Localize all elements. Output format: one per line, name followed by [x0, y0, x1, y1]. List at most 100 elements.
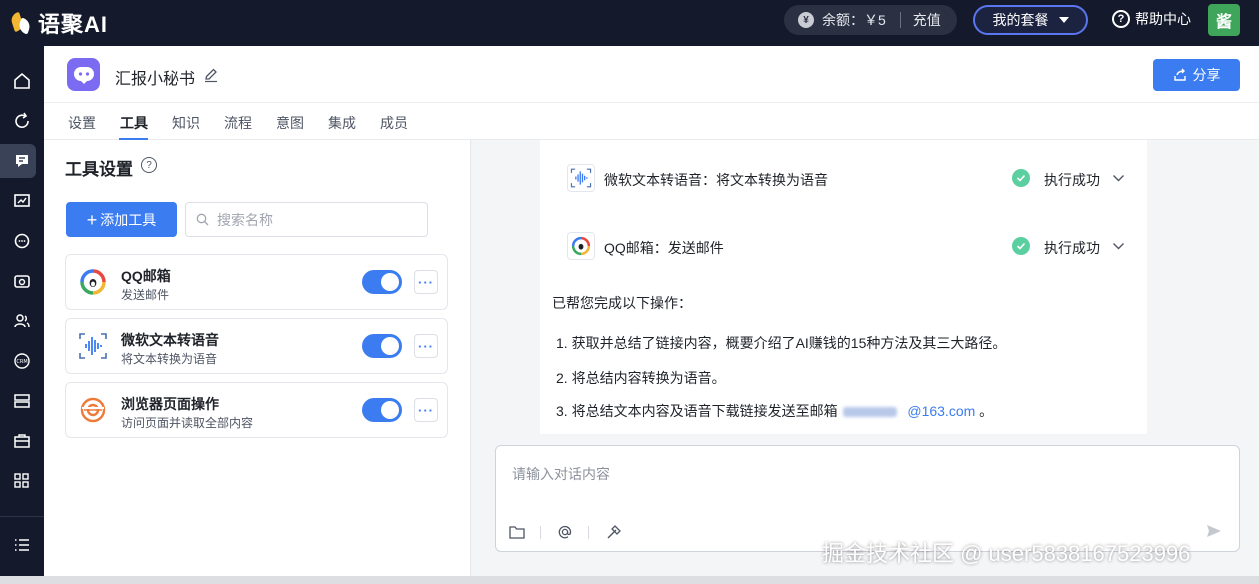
redacted-email: [843, 407, 898, 418]
add-tool-button[interactable]: + 添加工具: [66, 202, 177, 237]
tool-desc: 访问页面并读取全部内容: [121, 416, 254, 430]
toolbar-divider: [540, 526, 541, 539]
tool-name: QQ邮箱: [121, 268, 171, 284]
tool-search-input[interactable]: [217, 211, 417, 228]
robot-icon: [73, 66, 94, 84]
step-text: 3. 将总结文本内容及语音下载链接发送至邮箱: [556, 403, 838, 419]
tab-tools[interactable]: 工具: [120, 113, 148, 133]
rail-menu[interactable]: [0, 528, 44, 562]
sound-wave-icon: [567, 164, 595, 192]
folder-icon[interactable]: [507, 522, 527, 542]
rail-chat[interactable]: [0, 144, 44, 178]
execution-status: 执行成功: [1044, 240, 1100, 256]
check-circle-icon: [1012, 169, 1030, 187]
chevron-down-icon[interactable]: [1112, 240, 1125, 253]
chart-icon: [14, 194, 30, 207]
users-icon: [14, 314, 30, 328]
help-center-link[interactable]: ? 帮助中心: [1112, 9, 1191, 29]
step-item: 3. 将总结文本内容及语音下载链接发送至邮箱 @163.com 。: [556, 401, 993, 421]
tab-members[interactable]: 成员: [380, 113, 408, 133]
rail-users[interactable]: [0, 304, 44, 338]
left-rail: CRM: [0, 46, 44, 584]
logo[interactable]: 语聚AI: [10, 7, 108, 39]
toggle-knob: [381, 401, 399, 419]
rail-chart[interactable]: [0, 184, 44, 218]
tool-toggle[interactable]: [362, 334, 402, 358]
plus-icon: +: [86, 209, 98, 230]
tool-card-qq-mail[interactable]: QQ邮箱 发送邮件 ···: [65, 254, 448, 310]
chat-input[interactable]: [512, 464, 1212, 504]
tool-name: 浏览器页面操作: [121, 396, 219, 412]
briefcase-icon: [14, 434, 30, 448]
qq-mail-icon: [78, 267, 108, 297]
user-avatar[interactable]: 酱: [1208, 4, 1240, 36]
assistant-message: 微软文本转语音：将文本转换为语音 执行成功 QQ邮箱：发送邮件 执行成功 已帮您…: [540, 140, 1147, 434]
rail-briefcase[interactable]: [0, 424, 44, 458]
watermark: 掘金技术社区 @ user5838167523996: [822, 541, 1191, 566]
app-title: 汇报小秘书: [115, 71, 196, 88]
tab-integration[interactable]: 集成: [328, 113, 356, 133]
sound-wave-icon: [78, 331, 108, 361]
message-icon: [14, 233, 30, 249]
more-icon[interactable]: ···: [414, 334, 438, 358]
tool-card-browser[interactable]: 浏览器页面操作 访问页面并读取全部内容 ···: [65, 382, 448, 438]
package-icon: [14, 275, 30, 288]
tool-name: 微软文本转语音: [121, 332, 219, 348]
share-button[interactable]: 分享: [1153, 59, 1240, 91]
tool-toggle[interactable]: [362, 398, 402, 422]
tab-bar: 设置 工具 知识 流程 意图 集成 成员: [44, 102, 1259, 140]
edit-icon[interactable]: [203, 67, 219, 83]
tab-settings[interactable]: 设置: [68, 113, 96, 133]
caret-down-icon: [1058, 17, 1069, 23]
rail-refresh[interactable]: [0, 104, 44, 138]
rail-crm[interactable]: CRM: [0, 344, 44, 378]
share-icon: [1173, 68, 1186, 81]
send-icon[interactable]: [1205, 522, 1223, 540]
rail-apps[interactable]: [0, 464, 44, 498]
tool-toggle[interactable]: [362, 270, 402, 294]
tool-card-ms-tts[interactable]: 微软文本转语音 将文本转换为语音 ···: [65, 318, 448, 374]
tool-desc: 发送邮件: [121, 288, 170, 302]
email-domain-link[interactable]: @163.com: [907, 403, 975, 419]
my-plan-button[interactable]: 我的套餐: [973, 5, 1088, 35]
step-item: 2. 将总结内容转换为语音。: [556, 370, 726, 386]
tool-settings-panel: 工具设置 ? + 添加工具 QQ邮箱 发送邮件 ···: [44, 140, 471, 576]
execution-row[interactable]: 微软文本转语音：将文本转换为语音 执行成功: [567, 164, 1125, 194]
step-item: 1. 获取并总结了链接内容，概要介绍了AI赚钱的15种方法及其三大路径。: [556, 335, 1007, 351]
toggle-knob: [381, 337, 399, 355]
app-avatar: [67, 58, 100, 91]
more-icon[interactable]: ···: [414, 398, 438, 422]
tab-intent[interactable]: 意图: [276, 113, 304, 133]
more-icon[interactable]: ···: [414, 270, 438, 294]
svg-text:CRM: CRM: [16, 359, 27, 365]
qq-mail-icon: [567, 232, 595, 260]
bottom-strip: [0, 576, 1259, 584]
tab-workflow[interactable]: 流程: [224, 113, 252, 133]
step-suffix: 。: [979, 403, 994, 419]
search-icon: [196, 213, 209, 226]
tool-desc: 将文本转换为语音: [121, 352, 218, 366]
logo-text: 语聚AI: [38, 12, 109, 37]
home-icon: [14, 72, 30, 89]
rail-package[interactable]: [0, 264, 44, 298]
rail-message[interactable]: [0, 224, 44, 258]
at-icon[interactable]: [555, 522, 575, 542]
rail-database[interactable]: [0, 384, 44, 418]
share-label: 分享: [1192, 67, 1221, 83]
rail-home[interactable]: [0, 64, 44, 98]
database-icon: [14, 394, 30, 408]
execution-row[interactable]: QQ邮箱：发送邮件 执行成功: [567, 232, 1125, 262]
logo-mark-icon: [10, 10, 32, 36]
execution-label: QQ邮箱：发送邮件: [604, 240, 724, 256]
recharge-link[interactable]: 充值: [913, 10, 941, 30]
done-text: 已帮您完成以下操作：: [552, 295, 692, 311]
chevron-down-icon[interactable]: [1112, 172, 1125, 185]
chat-icon: [16, 155, 28, 167]
top-bar: 语聚AI ¥ 余额：￥5 充值 我的套餐 ? 帮助中心 酱: [0, 0, 1259, 46]
apps-icon: [14, 473, 29, 488]
help-circle-icon[interactable]: ?: [141, 157, 157, 173]
tab-knowledge[interactable]: 知识: [172, 113, 200, 133]
add-tool-label: 添加工具: [100, 211, 157, 228]
toggle-knob: [381, 273, 399, 291]
magic-wand-icon[interactable]: [604, 522, 624, 542]
